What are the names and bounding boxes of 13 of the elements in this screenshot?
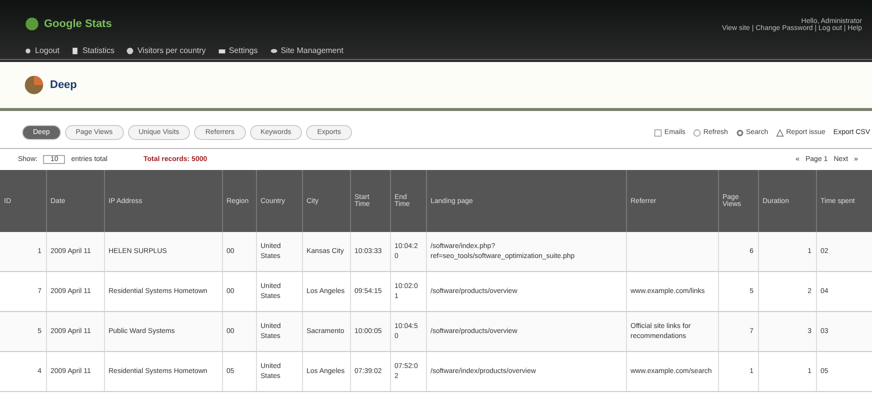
nav-link[interactable]: Logout <box>24 46 60 55</box>
nav-link[interactable]: Settings <box>218 46 258 55</box>
nav-link[interactable]: Site Management <box>270 46 344 55</box>
pie-icon <box>24 75 44 95</box>
page-title: Deep <box>50 79 77 91</box>
nav-link[interactable]: Visitors per country <box>126 46 206 55</box>
logo-icon <box>24 16 40 32</box>
warning-icon <box>776 128 784 136</box>
circle-icon <box>693 128 702 136</box>
checkbox-icon <box>654 128 662 136</box>
nav-link[interactable]: Statistics <box>71 46 114 55</box>
logo-text: Google Stats <box>44 18 112 30</box>
dot-icon <box>24 46 32 54</box>
